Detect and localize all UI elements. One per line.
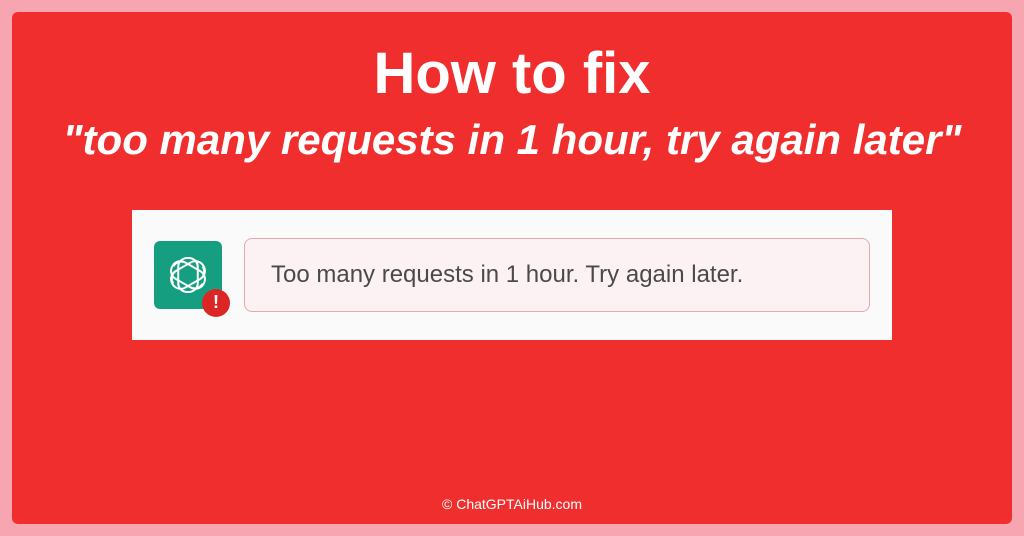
alert-badge-symbol: ! bbox=[213, 292, 219, 313]
page-subtitle: "too many requests in 1 hour, try again … bbox=[23, 113, 1002, 168]
footer-credit: © ChatGPTAiHub.com bbox=[12, 496, 1012, 512]
inner-panel: How to fix "too many requests in 1 hour,… bbox=[12, 12, 1012, 524]
outer-frame: How to fix "too many requests in 1 hour,… bbox=[0, 0, 1024, 536]
logo-wrapper: ! bbox=[154, 241, 222, 309]
error-message-bubble: Too many requests in 1 hour. Try again l… bbox=[244, 238, 870, 312]
alert-badge-icon: ! bbox=[202, 289, 230, 317]
error-message-text: Too many requests in 1 hour. Try again l… bbox=[271, 261, 743, 288]
error-card: ! Too many requests in 1 hour. Try again… bbox=[132, 210, 892, 340]
page-title: How to fix bbox=[373, 40, 650, 107]
